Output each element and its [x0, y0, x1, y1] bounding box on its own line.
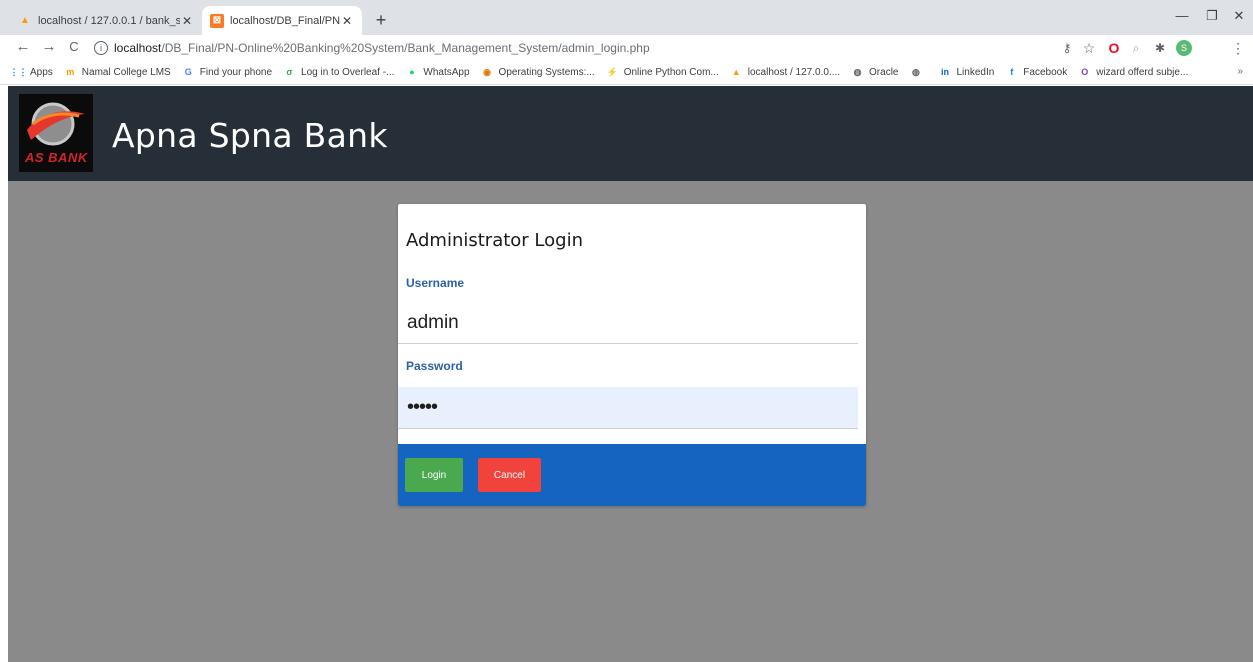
bookmark-label: Namal College LMS: [81, 66, 171, 78]
bookmark-item[interactable]: ▲ localhost / 127.0.0....: [730, 66, 840, 79]
page-background: AS BANK Apna Spna Bank Administrator Log…: [8, 86, 1253, 662]
bookmark-label: Find your phone: [199, 66, 273, 78]
profile-avatar[interactable]: S: [1176, 40, 1192, 56]
tab-admin-login[interactable]: ⊠ localhost/DB_Final/PN-Online Ba ✕: [202, 6, 362, 35]
password-value: •••••: [407, 396, 438, 418]
close-tab-icon[interactable]: ✕: [340, 14, 354, 28]
key-icon[interactable]: ⚷: [1059, 40, 1075, 56]
login-button[interactable]: Login: [405, 458, 463, 492]
bookmark-icon: m: [66, 67, 75, 77]
bookmark-label: Log in to Overleaf -...: [301, 66, 395, 78]
site-info-icon[interactable]: i: [94, 40, 108, 55]
bookmark-item[interactable]: ● WhatsApp: [405, 66, 469, 79]
password-input[interactable]: •••••: [398, 387, 858, 429]
bookmark-icon: ●: [409, 67, 415, 77]
menu-icon[interactable]: ⋮: [1230, 40, 1246, 56]
xampp-icon: ⊠: [210, 13, 224, 28]
password-label: Password: [406, 359, 463, 373]
cancel-button[interactable]: Cancel: [478, 458, 541, 492]
bookmark-label: Operating Systems:...: [498, 66, 595, 78]
bookmark-label: Apps: [30, 66, 53, 78]
page-content: AS BANK Apna Spna Bank Administrator Log…: [0, 86, 1253, 662]
restore-icon[interactable]: ❐: [1202, 8, 1222, 24]
bookmark-item[interactable]: ⚡ Online Python Com...: [606, 66, 719, 79]
tab-title: localhost / 127.0.0.1 / bank_syste: [38, 14, 180, 27]
bookmark-icon: ⋮⋮: [9, 66, 28, 77]
bookmarks-overflow-icon[interactable]: »: [1237, 66, 1243, 77]
login-card-footer: Login Cancel: [398, 444, 866, 506]
bookmark-label: localhost / 127.0.0....: [747, 66, 841, 78]
bookmark-label: Facebook: [1023, 66, 1068, 78]
bookmark-label: WhatsApp: [423, 66, 470, 78]
bookmark-icon: G: [184, 67, 192, 77]
logo-text: AS BANK: [25, 150, 88, 165]
bank-logo: AS BANK: [19, 94, 93, 172]
bookmark-star-icon[interactable]: ☆: [1081, 40, 1097, 56]
bookmarks-bar: ⋮⋮ Apps m Namal College LMS G Find your phone…: [0, 60, 1253, 85]
browser-toolbar: ← → C i localhost/DB_Final/PN-Online%20B…: [0, 35, 1253, 60]
bookmark-label: wizard offerd subje...: [1096, 66, 1189, 78]
bookmark-icon: ⚡: [606, 66, 618, 77]
bookmark-item[interactable]: m Namal College LMS: [64, 66, 171, 79]
bookmark-icon: ◉: [483, 66, 491, 77]
username-value: admin: [407, 311, 459, 333]
bookmark-item[interactable]: σ Log in to Overleaf -...: [283, 66, 394, 79]
opera-extension-icon[interactable]: O: [1106, 40, 1122, 56]
new-tab-button[interactable]: +: [370, 9, 392, 31]
url-host: localhost: [114, 40, 162, 55]
bookmark-item[interactable]: f Facebook: [1005, 66, 1067, 79]
minimize-icon[interactable]: —: [1172, 8, 1192, 23]
extensions-icon[interactable]: ✱: [1152, 40, 1168, 56]
login-title: Administrator Login: [406, 230, 583, 251]
bookmark-icon: ◍: [853, 66, 862, 77]
bookmark-icon: f: [1010, 67, 1014, 77]
bookmark-icon: σ: [286, 67, 293, 77]
bookmark-item[interactable]: ⋮⋮ Apps: [9, 66, 53, 79]
bookmark-item[interactable]: Owizard offerd subje...: [1078, 66, 1188, 79]
bookmark-item[interactable]: ◉ Operating Systems:...: [481, 66, 595, 79]
reload-icon[interactable]: C: [65, 38, 83, 56]
bookmark-item[interactable]: ◍: [909, 66, 927, 79]
bookmark-label: Oracle: [869, 66, 899, 78]
bookmark-label: LinkedIn: [956, 66, 995, 78]
forward-icon[interactable]: →: [40, 38, 58, 56]
site-header: AS BANK Apna Spna Bank: [8, 86, 1253, 181]
tab-title: localhost/DB_Final/PN-Online Ba: [230, 14, 340, 27]
site-title: Apna Spna Bank: [112, 116, 388, 155]
login-card: Administrator Login Username admin Passw…: [398, 204, 866, 506]
browser-tab-strip: ▲ localhost / 127.0.0.1 / bank_syste ✕ ⊠…: [0, 0, 1253, 35]
back-icon[interactable]: ←: [14, 38, 32, 56]
url-path: /DB_Final/PN-Online%20Banking%20System/B…: [161, 40, 650, 55]
bookmark-label: Online Python Com...: [623, 66, 719, 78]
tab-phpmyadmin[interactable]: ▲ localhost / 127.0.0.1 / bank_syste ✕: [10, 6, 202, 35]
phpmyadmin-icon: ▲: [20, 15, 30, 26]
address-bar[interactable]: i localhost/DB_Final/PN-Online%20Banking…: [94, 38, 1054, 57]
bank-logo-swoosh-icon: [27, 102, 85, 146]
bookmark-item[interactable]: ◍ Oracle: [851, 66, 899, 79]
username-label: Username: [406, 276, 465, 290]
bookmark-icon: ▲: [731, 67, 741, 77]
bookmark-icon: in: [940, 67, 949, 77]
bookmark-icon: O: [1081, 67, 1089, 77]
close-tab-icon[interactable]: ✕: [180, 14, 194, 28]
close-window-icon[interactable]: ✕: [1229, 8, 1249, 24]
zoom-icon[interactable]: ⌕: [1128, 40, 1144, 56]
username-input[interactable]: admin: [398, 302, 858, 344]
bookmark-icon: ◍: [912, 66, 920, 77]
bookmark-item[interactable]: G Find your phone: [182, 66, 272, 79]
bookmark-item[interactable]: in LinkedIn: [938, 66, 994, 79]
